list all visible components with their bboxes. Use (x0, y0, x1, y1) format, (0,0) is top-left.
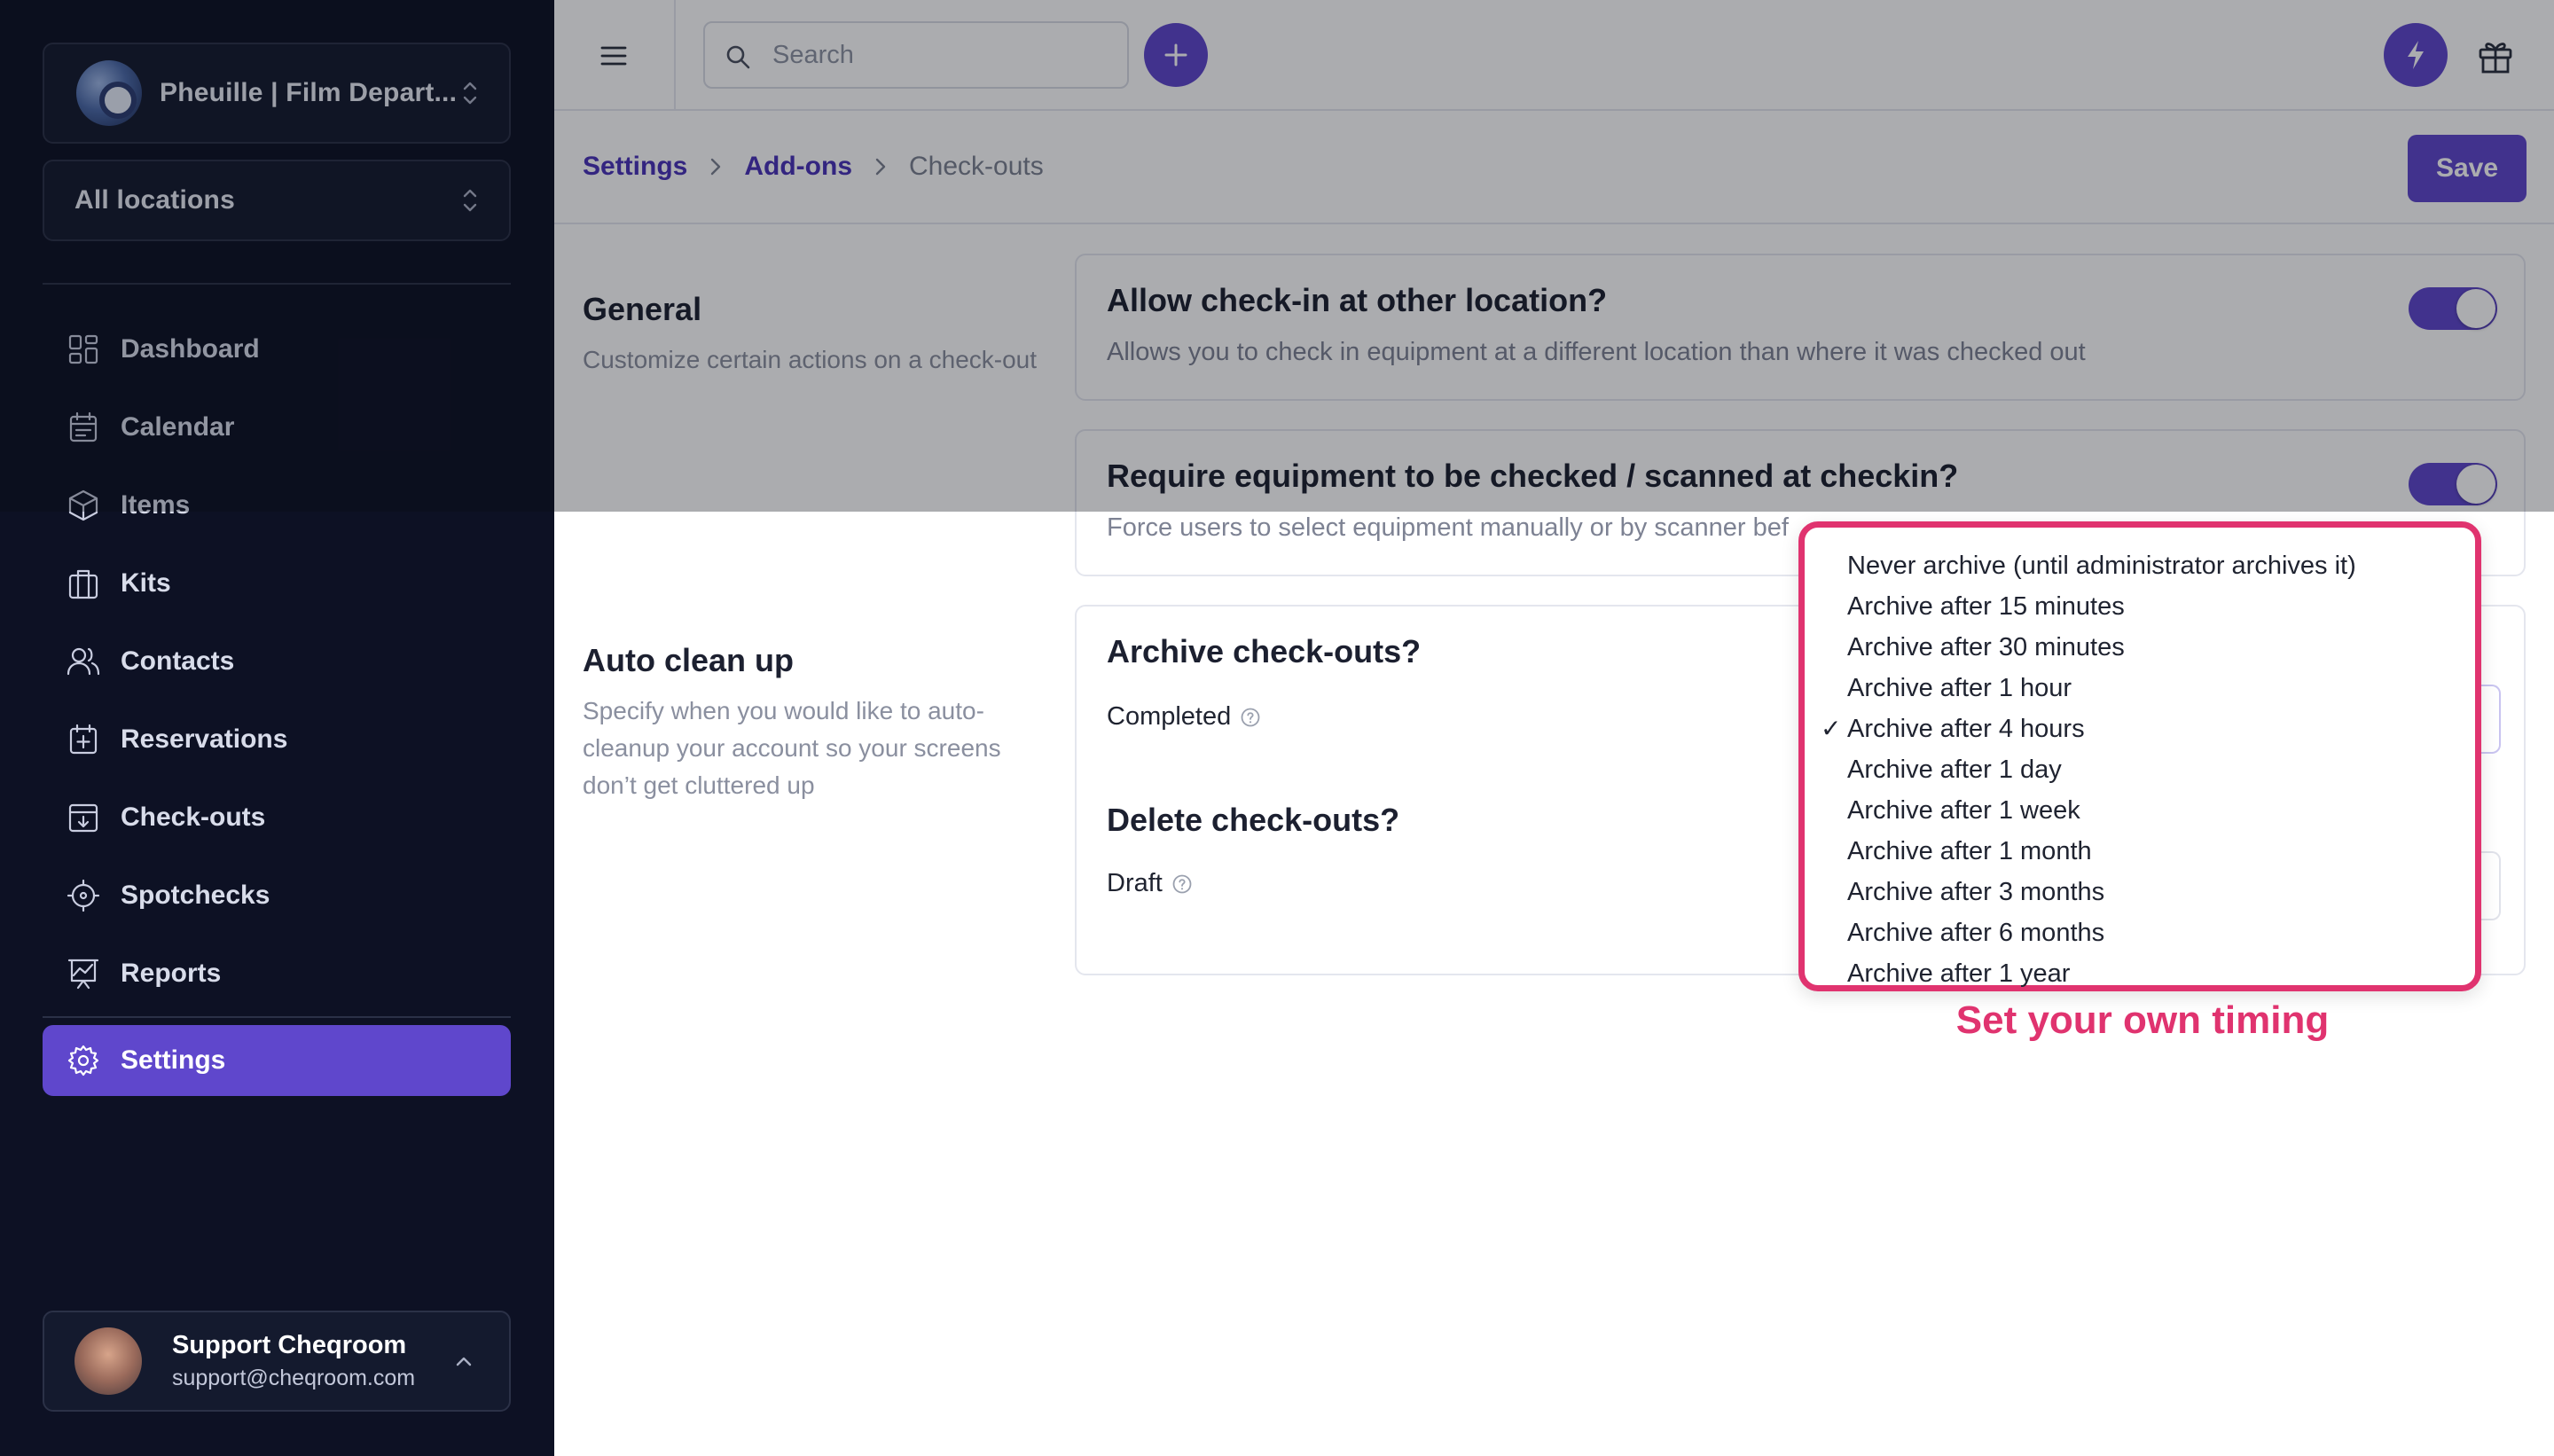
setting-title: Allow check-in at other location? (1107, 282, 1608, 318)
sidebar-item-contacts[interactable]: Contacts (43, 626, 511, 697)
dropdown-option[interactable]: Archive after 1 hour (1805, 668, 2475, 708)
sidebar-item-label: Check-outs (121, 802, 266, 832)
checkmark-icon: ✓ (1821, 715, 1842, 742)
dropdown-option[interactable]: Archive after 1 day (1805, 749, 2475, 790)
sidebar-item-reports[interactable]: Reports (43, 938, 511, 1009)
breadcrumb-current: Check-outs (909, 152, 1044, 181)
sidebar-item-kits[interactable]: Kits (43, 548, 511, 619)
sidebar-divider (43, 1016, 511, 1018)
page-header: Settings Add-ons Check-outs Save (554, 113, 2554, 224)
setting-card-checkin-other-location: Allow check-in at other location? Allows… (1075, 254, 2526, 401)
lightning-bolt-icon (2408, 41, 2424, 69)
suitcase-icon (66, 566, 101, 601)
dropdown-option[interactable]: Archive after 1 year (1805, 953, 2475, 994)
crosshair-icon (66, 878, 101, 913)
chevron-up-down-icon (463, 189, 477, 212)
status-draft-label: Draft (1107, 869, 1163, 897)
toggle-knob (2456, 465, 2495, 504)
sidebar-item-label: Kits (121, 568, 171, 598)
sidebar-item-spotchecks[interactable]: Spotchecks (43, 860, 511, 931)
toggle-knob (2456, 289, 2495, 328)
organization-name: Pheuille | Film Depart... (160, 78, 458, 107)
quick-actions-button[interactable] (2384, 23, 2448, 87)
organization-logo (76, 60, 142, 126)
sidebar-item-label: Reservations (121, 724, 288, 754)
calendar-icon (66, 410, 101, 445)
sidebar-item-label: Spotchecks (121, 881, 270, 910)
sidebar-item-dashboard[interactable]: Dashboard (43, 314, 511, 385)
status-completed-label: Completed (1107, 702, 1232, 731)
sidebar: Pheuille | Film Depart... All locations … (0, 0, 554, 1456)
users-icon (66, 644, 101, 679)
chevron-right-icon (711, 158, 721, 176)
archive-box-icon (66, 800, 101, 835)
section-title-general: General (583, 291, 702, 327)
sidebar-item-label: Reports (121, 959, 222, 988)
archive-timing-dropdown: Never archive (until administrator archi… (1798, 521, 2481, 991)
chevron-up-down-icon (463, 82, 477, 105)
dropdown-option[interactable]: Archive after 30 minutes (1805, 627, 2475, 668)
help-icon[interactable] (1171, 873, 1193, 895)
chart-board-icon (66, 956, 101, 991)
toggle-require-scan[interactable] (2409, 463, 2497, 505)
archive-field-label: Completed (1107, 702, 1261, 732)
user-name: Support Cheqroom (172, 1331, 407, 1359)
search-box[interactable] (703, 21, 1129, 89)
breadcrumb: Settings Add-ons Check-outs (583, 152, 1044, 182)
sidebar-item-reservations[interactable]: Reservations (43, 704, 511, 775)
user-email: support@cheqroom.com (172, 1366, 416, 1390)
sidebar-item-label: Settings (121, 1045, 226, 1075)
section-description-auto-clean-up: Specify when you would like to auto-clea… (583, 697, 1001, 799)
chevron-up-icon (456, 1357, 472, 1366)
section-title-auto-clean-up: Auto clean up (583, 642, 795, 678)
setting-description: Allows you to check in equipment at a di… (1107, 338, 2086, 366)
avatar (74, 1327, 142, 1395)
save-button[interactable]: Save (2408, 135, 2527, 202)
top-bar (554, 0, 2554, 111)
breadcrumb-settings[interactable]: Settings (583, 152, 687, 182)
dropdown-option[interactable]: Archive after 15 minutes (1805, 586, 2475, 627)
sidebar-item-calendar[interactable]: Calendar (43, 392, 511, 463)
delete-check-outs-title: Delete check-outs? (1107, 802, 1400, 838)
hamburger-menu-icon[interactable] (599, 41, 629, 71)
sidebar-item-items[interactable]: Items (43, 470, 511, 541)
topbar-divider (674, 0, 676, 110)
dropdown-option[interactable]: Archive after 1 month (1805, 831, 2475, 872)
breadcrumb-add-ons[interactable]: Add-ons (744, 152, 852, 182)
organization-switcher[interactable]: Pheuille | Film Depart... (43, 43, 511, 144)
section-description-general: Customize certain actions on a check-out (583, 346, 1038, 373)
dashboard-icon (66, 332, 101, 367)
toggle-checkin-other-location[interactable] (2409, 287, 2497, 330)
search-icon (726, 45, 750, 69)
sidebar-divider (43, 283, 511, 285)
location-name: All locations (74, 185, 235, 215)
delete-field-label: Draft (1107, 869, 1193, 898)
location-switcher[interactable]: All locations (43, 160, 511, 241)
help-icon[interactable] (1240, 707, 1261, 728)
search-input[interactable] (772, 40, 1109, 70)
box-icon (66, 488, 101, 523)
archive-check-outs-title: Archive check-outs? (1107, 633, 1422, 669)
gear-icon (66, 1043, 101, 1078)
dropdown-option[interactable]: Archive after 3 months (1805, 872, 2475, 912)
sidebar-item-label: Items (121, 490, 191, 520)
dropdown-option[interactable]: Archive after 1 week (1805, 790, 2475, 831)
add-button[interactable] (1144, 23, 1208, 87)
annotation-callout: Set your own timing (1955, 998, 2330, 1042)
sidebar-item-check-outs[interactable]: Check-outs (43, 782, 511, 853)
sidebar-item-label: Contacts (121, 646, 235, 676)
plus-icon (1164, 43, 1187, 67)
user-menu[interactable]: Support Cheqroom support@cheqroom.com (43, 1311, 511, 1412)
setting-description: Force users to select equipment manually… (1107, 513, 1789, 542)
dropdown-option[interactable]: Never archive (until administrator archi… (1805, 545, 2475, 586)
sidebar-item-label: Calendar (121, 412, 235, 442)
dropdown-option[interactable]: Archive after 6 months (1805, 912, 2475, 953)
chevron-right-icon (875, 158, 886, 176)
calendar-plus-icon (66, 722, 101, 757)
dropdown-option-selected[interactable]: ✓ Archive after 4 hours (1805, 708, 2475, 749)
sidebar-item-settings[interactable]: Settings (43, 1025, 511, 1096)
setting-title: Require equipment to be checked / scanne… (1107, 458, 1959, 494)
gift-icon[interactable] (2475, 35, 2516, 76)
sidebar-item-label: Dashboard (121, 334, 260, 364)
